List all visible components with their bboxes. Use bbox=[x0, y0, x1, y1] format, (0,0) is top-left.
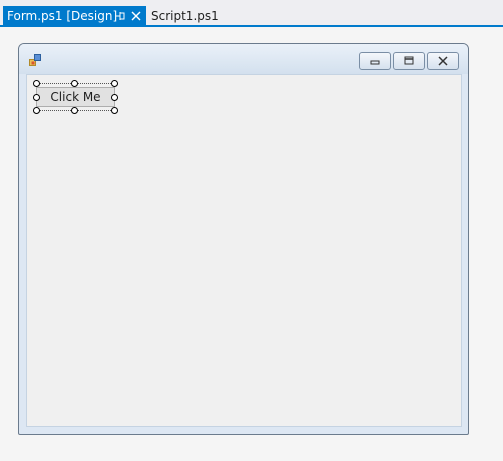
pin-icon[interactable] bbox=[114, 10, 126, 22]
minimize-icon bbox=[370, 60, 380, 65]
form-icon bbox=[29, 54, 41, 66]
resize-handle-bottom-left[interactable] bbox=[33, 107, 40, 114]
resize-handle-left[interactable] bbox=[33, 94, 40, 101]
minimize-button[interactable] bbox=[359, 52, 391, 70]
tab-form-design[interactable]: Form.ps1 [Design] bbox=[3, 6, 146, 26]
document-tab-strip: Form.ps1 [Design] Script1.ps1 bbox=[0, 0, 503, 27]
tab-form-design-label: Form.ps1 [Design] bbox=[7, 9, 118, 23]
close-icon[interactable] bbox=[130, 10, 142, 22]
maximize-button[interactable] bbox=[393, 52, 425, 70]
form-titlebar[interactable] bbox=[19, 44, 468, 74]
resize-handle-bottom[interactable] bbox=[71, 107, 78, 114]
resize-handle-top[interactable] bbox=[71, 80, 78, 87]
resize-handle-top-right[interactable] bbox=[111, 80, 118, 87]
window-close-icon bbox=[438, 56, 448, 66]
click-me-button[interactable]: Click Me bbox=[36, 87, 115, 107]
resize-handle-top-left[interactable] bbox=[33, 80, 40, 87]
tab-script1[interactable]: Script1.ps1 bbox=[151, 6, 219, 26]
resize-handle-right[interactable] bbox=[111, 94, 118, 101]
resize-handle-bottom-right[interactable] bbox=[111, 107, 118, 114]
maximize-icon bbox=[404, 56, 414, 65]
form-client-area[interactable] bbox=[26, 74, 462, 427]
window-close-button[interactable] bbox=[427, 52, 459, 70]
